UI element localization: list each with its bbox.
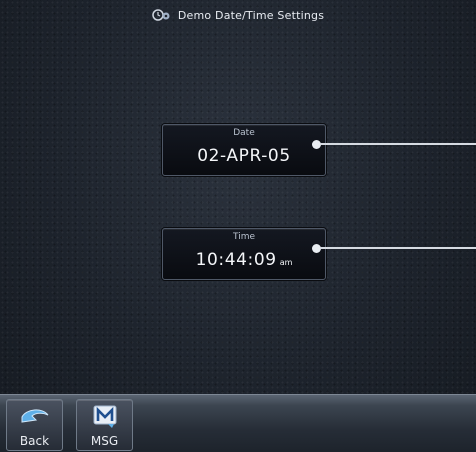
msg-button[interactable]: MSG — [76, 399, 133, 451]
time-label: Time — [232, 232, 256, 242]
message-m-icon — [92, 405, 118, 433]
back-arrow-icon — [18, 405, 52, 433]
date-button[interactable]: Date 02-APR-05 — [162, 124, 326, 176]
bottom-button-bar: Back MSG — [0, 394, 476, 452]
date-callout-line — [320, 143, 476, 145]
clock-gear-icon — [152, 8, 172, 22]
date-label: Date — [233, 128, 255, 138]
time-value: 10:44:09 am — [195, 250, 293, 270]
title-bar: Demo Date/Time Settings — [0, 0, 476, 30]
touchscreen-display: Demo Date/Time Settings Date 02-APR-05 T… — [0, 0, 476, 452]
msg-label: MSG — [90, 434, 119, 448]
back-button[interactable]: Back — [6, 399, 63, 451]
back-label: Back — [19, 434, 50, 448]
time-callout-line — [320, 247, 476, 249]
time-button[interactable]: Time 10:44:09 am — [162, 228, 326, 280]
page-title: Demo Date/Time Settings — [177, 8, 325, 22]
time-am-pm: am — [279, 258, 293, 267]
date-value: 02-APR-05 — [197, 146, 291, 166]
